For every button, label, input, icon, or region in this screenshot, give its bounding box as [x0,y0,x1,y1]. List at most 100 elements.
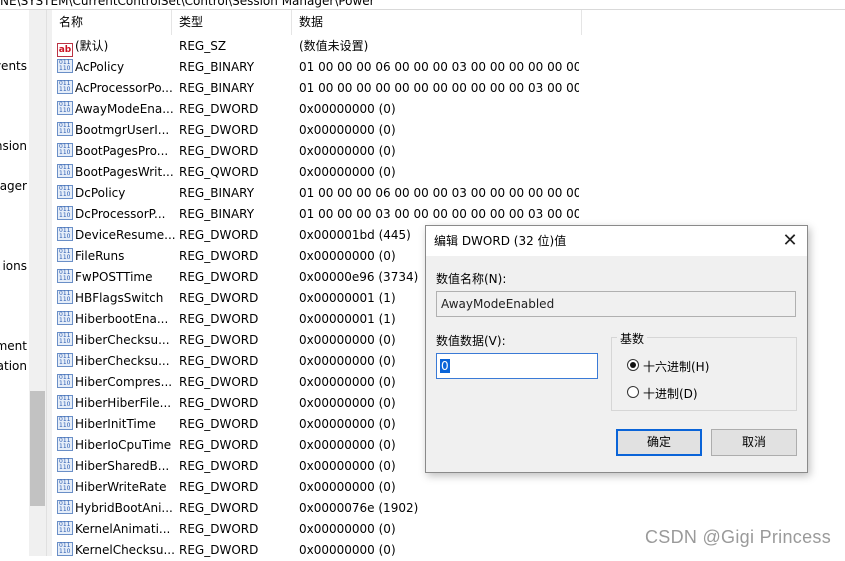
cell-name: HiberChecksu... [57,330,175,351]
cell-name: AcProcessorPo... [57,78,175,99]
table-row[interactable]: HiberWriteRate REG_DWORD 0x00000000 (0) [52,477,845,498]
cell-data: 01 00 00 00 06 00 00 00 03 00 00 00 00 0… [299,60,579,74]
binary-icon [57,479,73,493]
base-group-label: 基数 [617,330,648,347]
radio-dec[interactable] [627,386,639,398]
cell-type: REG_DWORD [179,396,259,410]
binary-icon [57,290,73,304]
watermark: CSDN @Gigi Princess [644,527,831,547]
scrollbar-thumb[interactable] [30,391,45,506]
value-name: HiberSharedB... [75,459,170,473]
cell-name: FileRuns [57,246,175,267]
cell-type: REG_BINARY [179,60,255,74]
cell-data: 01 00 00 00 03 00 00 00 00 00 00 00 03 0… [299,207,579,221]
dialog-titlebar[interactable]: 编辑 DWORD (32 位)值 ✕ [426,226,807,256]
value-name: DcPolicy [75,186,126,200]
cell-type: REG_QWORD [179,165,259,179]
column-header-name[interactable]: 名称 [52,10,172,35]
table-row[interactable]: DcProcessorP... REG_BINARY 01 00 00 00 03 … [52,204,845,225]
table-row[interactable]: ab (默认) REG_SZ (数值未设置) [52,36,845,57]
tree-item[interactable]: ation [0,358,27,374]
value-data-input[interactable]: 0 [436,353,598,379]
tree-item[interactable]: nsion [0,138,27,154]
cell-data: 0x00000000 (0) [299,123,396,137]
value-data-text: 0 [440,359,450,373]
column-header-type[interactable]: 类型 [172,10,292,35]
table-row[interactable]: DcPolicy REG_BINARY 01 00 00 00 06 00 00 0… [52,183,845,204]
cell-name: HiberInitTime [57,414,175,435]
value-name: HybridBootAni... [75,501,173,515]
edit-dword-dialog: 编辑 DWORD (32 位)值 ✕ 数值名称(N): AwayModeEnab… [425,225,808,473]
value-name: FileRuns [75,249,125,263]
tree-scrollbar[interactable] [29,10,46,556]
value-name: DcProcessorP... [75,207,166,221]
cell-data: 0x0000076e (1902) [299,501,419,515]
value-name: HiberCompres... [75,375,173,389]
table-row[interactable]: AcPolicy REG_BINARY 01 00 00 00 06 00 00 0… [52,57,845,78]
cell-type: REG_DWORD [179,375,259,389]
cell-data: 0x00000000 (0) [299,144,396,158]
cell-type: REG_DWORD [179,543,259,557]
value-name: AcProcessorPo... [75,81,173,95]
binary-icon [57,416,73,430]
cell-name: ab (默认) [57,36,175,57]
binary-icon [57,269,73,283]
address-path: NE\SYSTEM\CurrentControlSet\Control\Sess… [0,0,375,8]
value-name: BootmgrUserI... [75,123,170,137]
string-icon: ab [57,43,73,57]
tree-item[interactable]: nager [0,178,27,194]
binary-icon [57,332,73,346]
tree-item[interactable]: vents [0,58,27,74]
binary-icon [57,185,73,199]
binary-icon [57,101,73,115]
column-header-data[interactable]: 数据 [292,10,582,35]
binary-icon [57,143,73,157]
table-row[interactable]: HybridBootAni... REG_DWORD 0x0000076e (190… [52,498,845,519]
cell-type: REG_DWORD [179,333,259,347]
cell-name: HiberWriteRate [57,477,175,498]
radio-hex[interactable] [627,359,639,371]
cell-name: BootPagesWrit... [57,162,175,183]
ok-button[interactable]: 确定 [616,429,702,456]
tree-item[interactable]: ions [2,258,27,274]
radio-dec-label[interactable]: 十进制(D) [643,385,698,402]
value-name: HiberChecksu... [75,333,170,347]
table-row[interactable]: BootPagesWrit... REG_QWORD 0x00000000 (0) [52,162,845,183]
cancel-button[interactable]: 取消 [711,429,797,456]
binary-icon [57,227,73,241]
cell-type: REG_BINARY [179,81,255,95]
table-row[interactable]: AwayModeEna... REG_DWORD 0x00000000 (0) [52,99,845,120]
cell-type: REG_DWORD [179,459,259,473]
binary-icon [57,59,73,73]
cell-type: REG_DWORD [179,501,259,515]
address-bar[interactable]: NE\SYSTEM\CurrentControlSet\Control\Sess… [0,0,845,10]
cell-name: KernelChecksu... [57,540,175,561]
cell-name: KernelAnimati... [57,519,175,540]
value-name: DeviceResume... [75,228,175,242]
cell-name: HBFlagsSwitch [57,288,175,309]
cell-name: HiberSharedB... [57,456,175,477]
cell-type: REG_DWORD [179,228,259,242]
binary-icon [57,353,73,367]
table-row[interactable]: BootmgrUserI... REG_DWORD 0x00000000 (0) [52,120,845,141]
cell-name: AcPolicy [57,57,175,78]
table-row[interactable]: BootPagesPro... REG_DWORD 0x00000000 (0) [52,141,845,162]
value-name-field[interactable]: AwayModeEnabled [436,291,796,317]
radio-hex-label[interactable]: 十六进制(H) [643,358,709,375]
value-name: KernelChecksu... [75,543,175,557]
value-name: BootPagesPro... [75,144,169,158]
binary-icon [57,80,73,94]
cell-type: REG_DWORD [179,144,259,158]
cell-data: 01 00 00 00 06 00 00 00 03 00 00 00 00 0… [299,186,579,200]
value-name: HiberHiberFile... [75,396,172,410]
cell-type: REG_DWORD [179,270,259,284]
cell-name: HiberCompres... [57,372,175,393]
value-name: KernelAnimati... [75,522,171,536]
close-icon[interactable]: ✕ [777,228,803,254]
cell-name: HiberChecksu... [57,351,175,372]
table-row[interactable]: AcProcessorPo... REG_BINARY 01 00 00 00 00… [52,78,845,99]
binary-icon [57,164,73,178]
tree-item[interactable]: ment [0,338,27,354]
binary-icon [57,311,73,325]
cell-type: REG_SZ [179,39,227,53]
